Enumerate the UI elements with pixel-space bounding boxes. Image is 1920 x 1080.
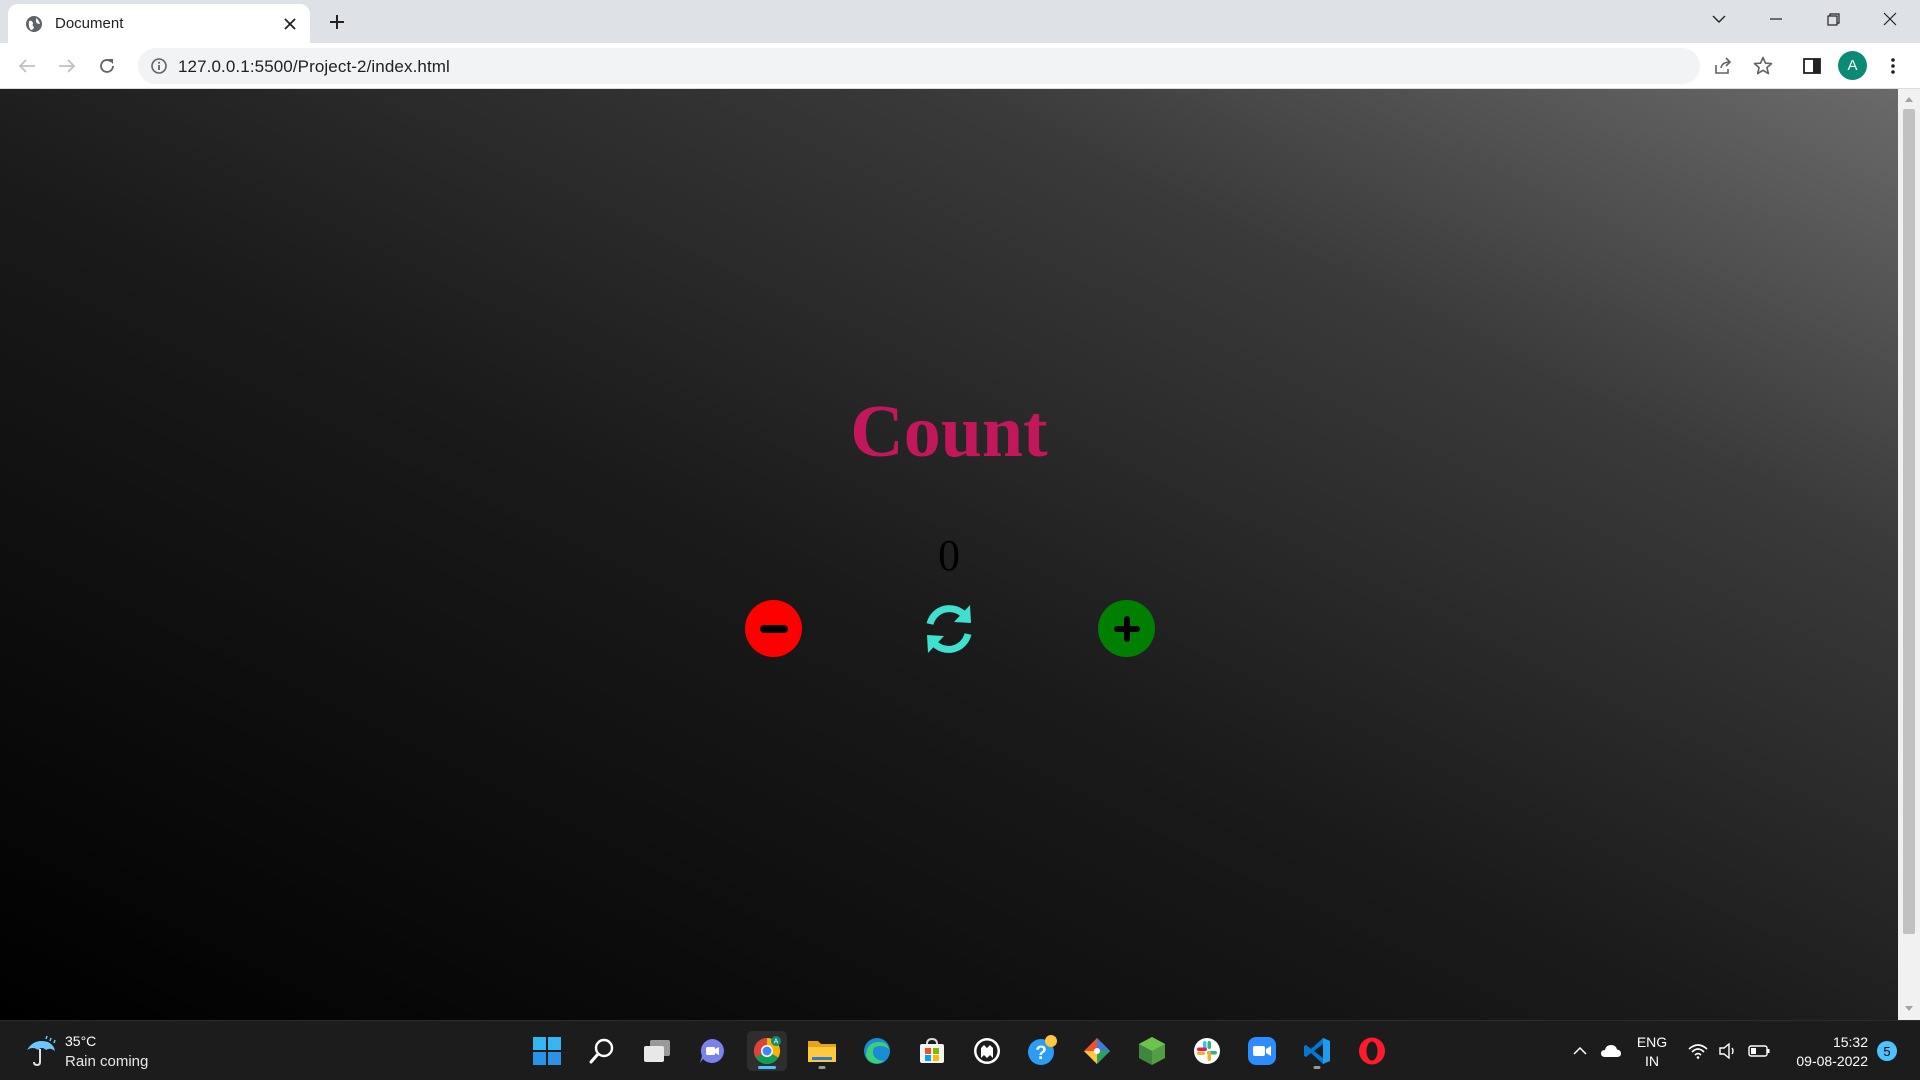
address-bar[interactable]: 127.0.0.1:5500/Project-2/index.html [138,48,1773,84]
task-view-button[interactable] [637,1031,677,1071]
help-icon: ? [1028,1035,1057,1065]
github-desktop-app[interactable] [967,1031,1007,1071]
sync-icon [926,604,971,653]
microsoft-store-app[interactable] [912,1031,952,1071]
forward-arrow-icon[interactable] [52,51,82,81]
clock-time: 15:32 [1832,1034,1868,1050]
url-text: 127.0.0.1:5500/Project-2/index.html [178,57,450,76]
scroll-down-arrow-icon[interactable] [1904,1003,1914,1013]
notification-badge[interactable]: 5 [1877,1041,1897,1061]
new-tab-icon[interactable] [324,9,350,35]
opera-icon [1359,1037,1385,1065]
github-icon [974,1038,1000,1064]
running-indicator [818,1066,826,1069]
bookmark-star-icon[interactable] [1748,51,1778,81]
video-camera-icon [1248,1037,1276,1065]
taskbar: 35°C Rain coming A ? ENG IN 15:32 09-08-… [0,1020,1920,1080]
vertical-scrollbar[interactable] [1898,89,1920,1020]
weather-description: Rain coming [65,1053,149,1070]
increment-button[interactable] [1098,600,1155,657]
profile-avatar[interactable]: A [1838,51,1867,80]
vscode-icon [1304,1038,1330,1064]
tab-search-chevron-icon[interactable] [1691,0,1747,38]
decrement-button[interactable] [745,600,802,657]
store-icon [920,1037,944,1063]
task-view-icon [644,1040,670,1062]
browser-tab[interactable]: Document [8,4,310,43]
git-icon [1084,1038,1110,1064]
page-viewport: Count 0 [0,89,1898,1020]
edge-app[interactable] [857,1031,897,1071]
node-hexagon-icon [1139,1037,1165,1065]
globe-icon [26,16,42,32]
share-icon[interactable] [1708,51,1738,81]
active-indicator [758,1066,776,1069]
reset-button[interactable] [920,600,977,657]
kebab-menu-icon[interactable] [1878,51,1908,81]
tab-title: Document [55,15,124,32]
input-language[interactable]: ENG IN [1634,1033,1670,1071]
windows-logo-icon [533,1037,561,1065]
file-explorer-app[interactable] [802,1031,842,1071]
back-arrow-icon[interactable] [12,51,42,81]
browser-toolbar: 127.0.0.1:5500/Project-2/index.html A [0,43,1920,89]
umbrella-rain-icon[interactable] [24,1034,58,1068]
edge-icon [864,1038,890,1064]
system-clock[interactable]: 15:32 09-08-2022 [1782,1033,1868,1071]
battery-icon[interactable] [1746,1021,1772,1080]
side-panel-icon[interactable] [1797,51,1827,81]
clock-date: 09-08-2022 [1796,1053,1868,1069]
slack-icon [1194,1038,1220,1064]
scrollbar-thumb[interactable] [1903,109,1915,934]
vscode-app[interactable] [1297,1031,1337,1071]
opera-app[interactable] [1352,1031,1392,1071]
site-info-icon[interactable] [150,57,168,75]
running-indicator [1313,1066,1321,1069]
chat-icon [700,1039,724,1063]
counter-value: 0 [938,531,960,580]
scroll-up-arrow-icon[interactable] [1904,94,1914,104]
get-help-app[interactable]: ? [1022,1031,1062,1071]
search-icon [589,1038,614,1064]
chrome-icon: A [753,1036,781,1065]
taskbar-search-button[interactable] [582,1031,622,1071]
nodejs-app[interactable] [1132,1031,1172,1071]
show-hidden-icons-chevron-icon[interactable] [1570,1021,1590,1080]
chrome-app[interactable]: A [747,1031,787,1071]
restore-icon[interactable] [1805,0,1861,38]
teams-chat-button[interactable] [692,1031,732,1071]
plus-circle-icon [1113,615,1140,642]
onedrive-cloud-icon[interactable] [1598,1021,1624,1080]
zoom-app[interactable] [1242,1031,1282,1071]
page-title: Count [850,391,1048,473]
reload-icon[interactable] [92,51,122,81]
git-gui-app[interactable] [1077,1031,1117,1071]
svg-text:A: A [774,1039,779,1046]
speaker-volume-icon[interactable] [1716,1021,1740,1080]
folder-icon [808,1041,836,1062]
close-window-icon[interactable] [1862,0,1918,38]
minimize-icon[interactable] [1748,0,1804,38]
close-tab-icon[interactable] [279,13,301,35]
minus-circle-icon [759,624,788,633]
wifi-icon[interactable] [1686,1021,1710,1080]
tab-strip: Document [0,0,1920,43]
slack-app[interactable] [1187,1031,1227,1071]
start-button[interactable] [527,1031,567,1071]
svg-text:?: ? [1035,1043,1047,1064]
weather-temperature: 35°C [65,1033,97,1049]
